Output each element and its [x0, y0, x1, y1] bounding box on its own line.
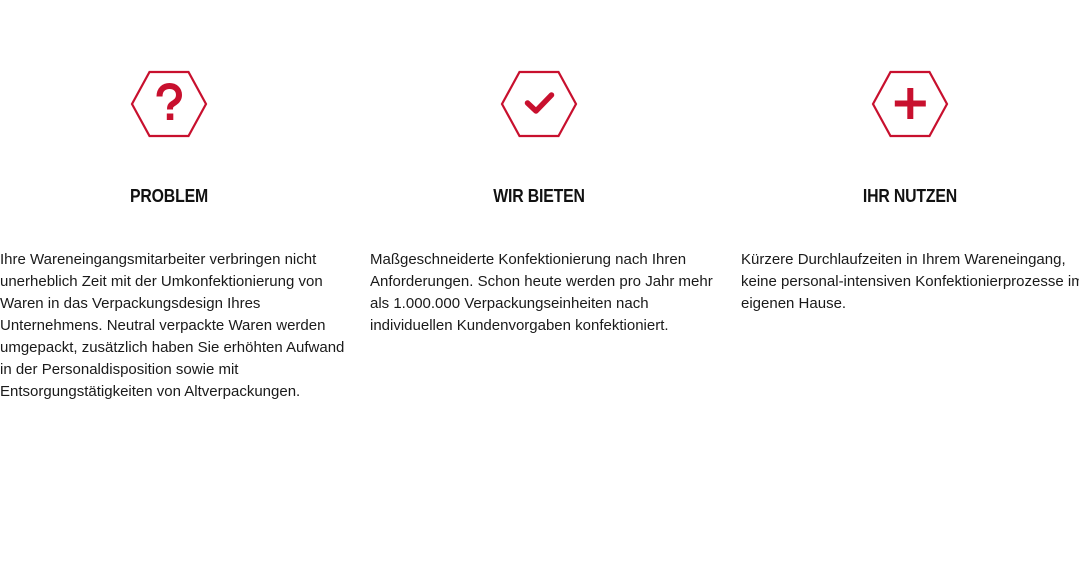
plus-icon	[871, 70, 949, 138]
feature-columns: PROBLEM Ihre Wareneingangsmitarbeiter ve…	[0, 0, 1079, 568]
column-heading: WIR BIETEN	[493, 186, 585, 206]
column-description: Ihre Wareneingangsmitarbeiter verbringen…	[0, 251, 345, 400]
column-heading: PROBLEM	[130, 186, 208, 206]
checkmark-icon	[500, 70, 578, 138]
column-description: Maßgeschneiderte Konfektionierung nach I…	[370, 251, 713, 334]
column-heading: IHR NUTZEN	[862, 186, 958, 206]
question-mark-icon	[130, 70, 208, 138]
column-description: Kürzere Durchlaufzeiten in Ihrem Warenei…	[741, 251, 1079, 312]
